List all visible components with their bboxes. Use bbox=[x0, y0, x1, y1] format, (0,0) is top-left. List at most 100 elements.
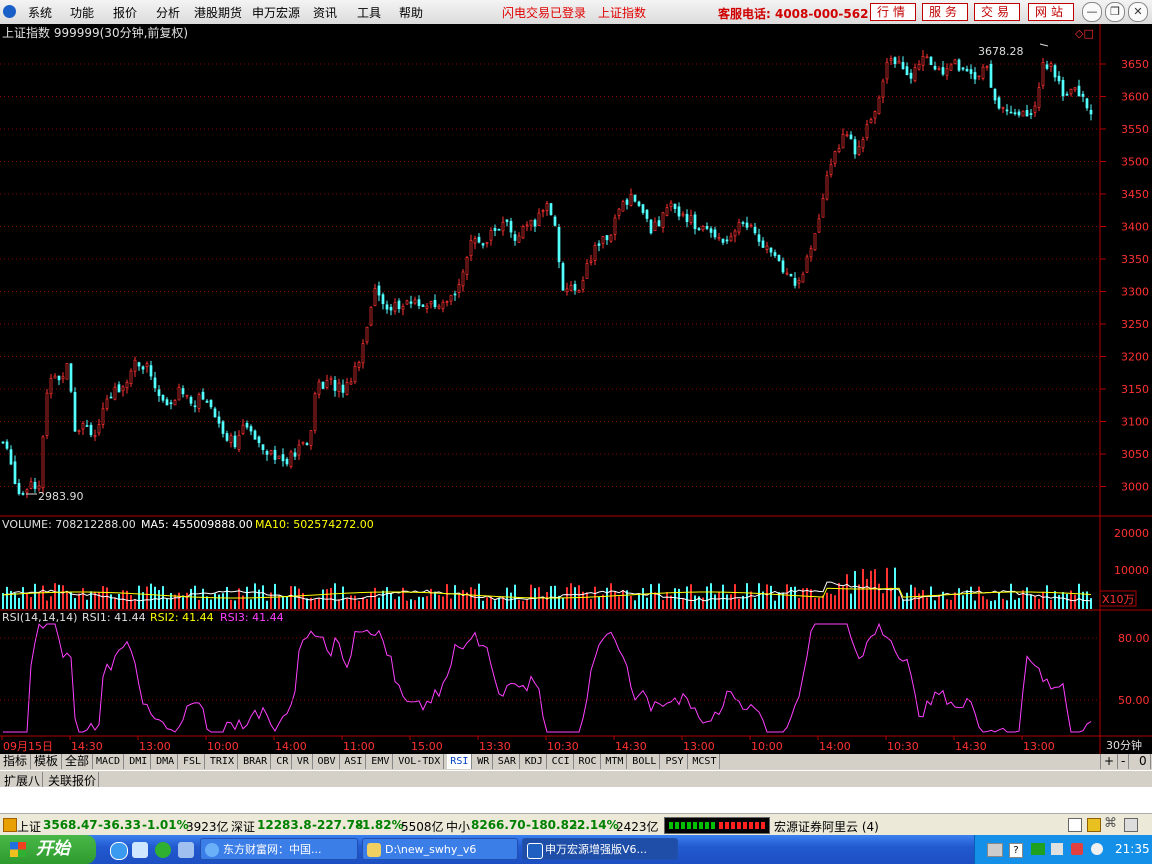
candle-body bbox=[1021, 110, 1025, 117]
indicator-tab-dma[interactable]: DMA bbox=[153, 754, 179, 769]
candle-body bbox=[533, 219, 537, 227]
nav-service-button[interactable]: 服务 bbox=[922, 3, 968, 21]
clock[interactable]: 21:35 bbox=[1115, 842, 1150, 856]
indicator-tab-sar[interactable]: SAR bbox=[495, 754, 520, 769]
indicator-tab-boll[interactable]: BOLL bbox=[629, 754, 661, 769]
menu-tools[interactable]: 工具 bbox=[357, 4, 381, 21]
current-index-name[interactable]: 上证指数 bbox=[598, 4, 646, 21]
taskbar-item-folder[interactable]: D:\new_swhy_v6 bbox=[362, 838, 518, 860]
network-icon[interactable] bbox=[1031, 843, 1045, 855]
update-icon[interactable] bbox=[1091, 843, 1103, 855]
indicator-tab-mtm[interactable]: MTM bbox=[602, 754, 628, 769]
indicator-tab-template[interactable]: 模板 bbox=[31, 754, 63, 769]
indicator-tab-emv[interactable]: EMV bbox=[368, 754, 394, 769]
security-icon[interactable] bbox=[1071, 843, 1083, 855]
candle-body bbox=[409, 301, 413, 304]
candle-body bbox=[869, 119, 873, 124]
candle-body bbox=[881, 80, 885, 98]
candle-body bbox=[213, 408, 217, 418]
indicator-tab-dmi[interactable]: DMI bbox=[126, 754, 152, 769]
indicator-tab-cr[interactable]: CR bbox=[273, 754, 293, 769]
zoom-reset-button[interactable]: 0 bbox=[1136, 754, 1151, 769]
flash-trade-status[interactable]: 闪电交易已登录 bbox=[502, 4, 586, 21]
status-menu-icon[interactable] bbox=[3, 818, 17, 832]
candle-body bbox=[5, 441, 9, 449]
nav-website-button[interactable]: 网站 bbox=[1028, 3, 1074, 21]
candle-body bbox=[661, 212, 665, 228]
menu-system[interactable]: 系统 bbox=[28, 4, 52, 21]
candle-body bbox=[693, 214, 697, 230]
indicator-tab-cci[interactable]: CCI bbox=[549, 754, 574, 769]
menu-analysis[interactable]: 分析 bbox=[156, 4, 180, 21]
indicator-tab-indicator[interactable]: 指标 bbox=[0, 754, 32, 769]
app-quicklaunch-icon[interactable] bbox=[178, 842, 194, 858]
ie-quicklaunch-icon[interactable] bbox=[110, 842, 128, 860]
indicator-tab-vr[interactable]: VR bbox=[294, 754, 313, 769]
period-label[interactable]: 30分钟 bbox=[1106, 738, 1142, 752]
indicator-tab-asi[interactable]: ASI bbox=[341, 754, 367, 769]
candle-body bbox=[953, 59, 957, 65]
menu-help[interactable]: 帮助 bbox=[399, 4, 423, 21]
indicator-tab-macd[interactable]: MACD bbox=[93, 754, 125, 769]
browser-quicklaunch-icon[interactable] bbox=[155, 842, 171, 858]
signal-icon[interactable]: ⌘ bbox=[1104, 816, 1117, 831]
sz-index-value[interactable]: 12283.8 bbox=[257, 818, 312, 832]
volume-icon[interactable] bbox=[1051, 843, 1063, 855]
indicator-tab-kdj[interactable]: KDJ bbox=[522, 754, 547, 769]
chart-expand-icon[interactable]: ◇□ bbox=[1075, 27, 1094, 40]
indicator-tab-psy[interactable]: PSY bbox=[663, 754, 688, 769]
start-button[interactable]: 开始 bbox=[0, 835, 96, 864]
menu-function[interactable]: 功能 bbox=[70, 4, 94, 21]
nav-trade-button[interactable]: 交易 bbox=[974, 3, 1020, 21]
indicator-tab-wr[interactable]: WR bbox=[474, 754, 494, 769]
menu-news[interactable]: 资讯 bbox=[313, 4, 337, 21]
sh-index-amount: 3923亿 bbox=[186, 820, 229, 834]
indicator-tab-all[interactable]: 全部 bbox=[62, 754, 94, 769]
nav-market-button[interactable]: 行情 bbox=[870, 3, 916, 21]
zoom-out-button[interactable]: - bbox=[1118, 754, 1130, 769]
taskbar-item-swhy[interactable]: 申万宏源增强版V6... bbox=[522, 838, 678, 860]
explorer-quicklaunch-icon[interactable] bbox=[132, 842, 148, 858]
candle-body bbox=[37, 485, 41, 490]
candle-body bbox=[289, 451, 293, 467]
indicator-tab-mcst[interactable]: MCST bbox=[689, 754, 721, 769]
indicator-tab-rsi[interactable]: RSI bbox=[447, 754, 473, 769]
indicator-tab-trix[interactable]: TRIX bbox=[207, 754, 238, 769]
candle-body bbox=[681, 213, 685, 216]
candle-body bbox=[437, 305, 441, 309]
zx-index-value[interactable]: 8266.70 bbox=[471, 818, 526, 832]
restore-icon[interactable]: ❐ bbox=[1105, 2, 1125, 22]
menu-hk-futures[interactable]: 港股期货 bbox=[194, 4, 242, 21]
candle-body bbox=[1041, 62, 1045, 87]
sh-index-value[interactable]: 3568.47 bbox=[43, 818, 98, 832]
indicator-tab-roc[interactable]: ROC bbox=[576, 754, 601, 769]
candle-body bbox=[405, 300, 409, 305]
menu-swhy[interactable]: 申万宏源 bbox=[252, 4, 300, 21]
price-tick-label: 3450 bbox=[1121, 188, 1149, 201]
indicator-tab-brar[interactable]: BRAR bbox=[240, 754, 272, 769]
app-logo-icon[interactable] bbox=[3, 5, 16, 18]
menu-quote[interactable]: 报价 bbox=[113, 4, 137, 21]
candle-body bbox=[773, 252, 777, 256]
candle-body bbox=[1013, 112, 1017, 115]
candle-body bbox=[317, 381, 321, 395]
server-name[interactable]: 宏源证券阿里云 (4) bbox=[774, 818, 879, 835]
candle-body bbox=[325, 380, 329, 388]
indicator-tab-vol-tdx[interactable]: VOL-TDX bbox=[395, 754, 445, 769]
indicator-tab-fsl[interactable]: FSL bbox=[180, 754, 206, 769]
settings-icon[interactable] bbox=[1124, 818, 1138, 832]
minimize-icon[interactable]: — bbox=[1082, 2, 1102, 22]
zoom-in-button[interactable]: + bbox=[1100, 754, 1119, 769]
candle-body bbox=[445, 301, 449, 303]
candle-body bbox=[925, 56, 929, 59]
candle-body bbox=[257, 436, 261, 444]
indicator-tab-obv[interactable]: OBV bbox=[315, 754, 340, 769]
taskbar-item-eastmoney[interactable]: 东方财富网：中国... bbox=[200, 838, 358, 860]
close-icon[interactable]: ✕ bbox=[1128, 2, 1148, 22]
window-icon[interactable] bbox=[1068, 818, 1082, 832]
kline-chart-area[interactable]: 上证指数 999999(30分钟,前复权) ◇□ 3650 3600 3550 350… bbox=[0, 24, 1152, 754]
taskbar: 开始 东方财富网：中国... D:\new_swhy_v6 申万宏源增强版V6.… bbox=[0, 835, 1152, 864]
help-icon[interactable]: ? bbox=[1009, 843, 1023, 858]
keyboard-icon[interactable] bbox=[987, 843, 1003, 857]
lock-icon[interactable] bbox=[1087, 818, 1101, 832]
